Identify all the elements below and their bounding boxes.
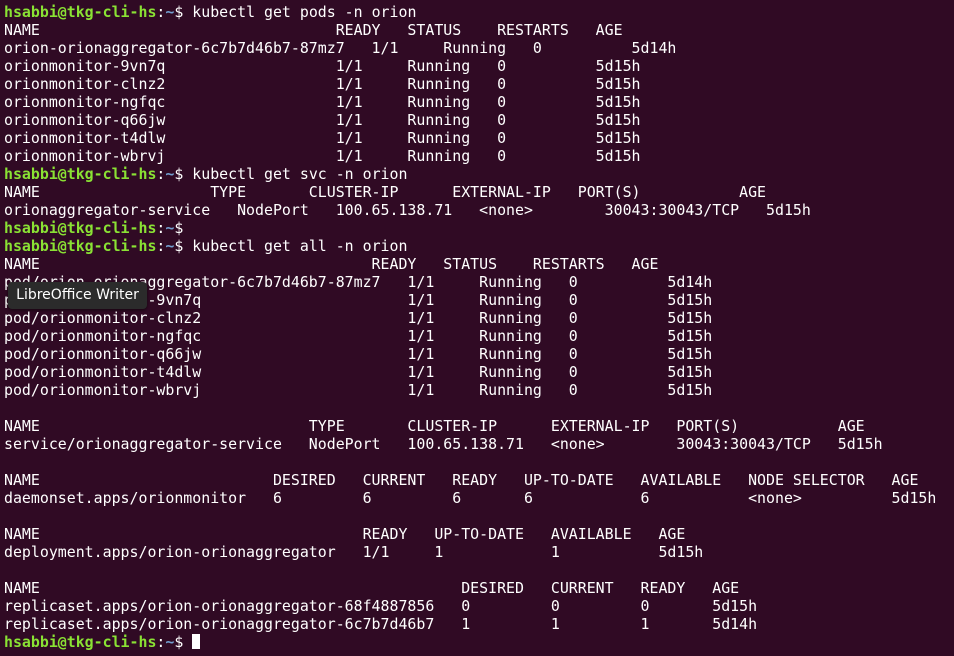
output-line: NAME READY STATUS RESTARTS AGE <box>4 21 623 39</box>
output-line: NAME TYPE CLUSTER-IP EXTERNAL-IP PORT(S)… <box>4 417 865 435</box>
prompt-line: hsabbi@tkg-cli-hs:~$ <box>4 633 954 651</box>
output-line: NAME READY STATUS RESTARTS AGE <box>4 255 659 273</box>
prompt-user: hsabbi@tkg-cli-hs <box>4 237 157 255</box>
output-line: daemonset.apps/orionmonitor 6 6 6 6 6 <n… <box>4 489 937 507</box>
prompt-path: ~ <box>165 3 175 21</box>
output-line: pod/orionmonitor-wbrvj 1/1 Running 0 5d1… <box>4 381 713 399</box>
output-line: pod/orionmonitor-t4dlw 1/1 Running 0 5d1… <box>4 363 713 381</box>
prompt-line: hsabbi@tkg-cli-hs:~$ <box>4 219 954 237</box>
output-line: orionmonitor-clnz2 1/1 Running 0 5d15h <box>4 75 641 93</box>
output-line: replicaset.apps/orion-orionaggregator-68… <box>4 597 758 615</box>
output-line: orionmonitor-wbrvj 1/1 Running 0 5d15h <box>4 147 641 165</box>
prompt-user: hsabbi@tkg-cli-hs <box>4 219 157 237</box>
output-line: orionaggregator-service NodePort 100.65.… <box>4 201 811 219</box>
prompt-line: hsabbi@tkg-cli-hs:~$ kubectl get pods -n… <box>4 3 954 21</box>
output-line: orion-orionaggregator-6c7b7d46b7-87mz7 1… <box>4 39 677 57</box>
output-line: orionmonitor-q66jw 1/1 Running 0 5d15h <box>4 111 641 129</box>
output-line: pod/orionmonitor-q66jw 1/1 Running 0 5d1… <box>4 345 713 363</box>
command-text: kubectl get svc -n orion <box>192 165 408 183</box>
terminal-output[interactable]: hsabbi@tkg-cli-hs:~$ kubectl get pods -n… <box>4 3 954 651</box>
prompt-path: ~ <box>165 237 175 255</box>
prompt-user: hsabbi@tkg-cli-hs <box>4 633 157 651</box>
output-line: orionmonitor-t4dlw 1/1 Running 0 5d15h <box>4 129 641 147</box>
output-line: pod/orionmonitor-ngfqc 1/1 Running 0 5d1… <box>4 327 713 345</box>
prompt-symbol: $ <box>174 633 193 651</box>
output-line: NAME READY UP-TO-DATE AVAILABLE AGE <box>4 525 686 543</box>
output-line: deployment.apps/orion-orionaggregator 1/… <box>4 543 704 561</box>
command-text: kubectl get all -n orion <box>192 237 408 255</box>
prompt-path: ~ <box>165 219 175 237</box>
output-line: orionmonitor-9vn7q 1/1 Running 0 5d15h <box>4 57 641 75</box>
prompt-line: hsabbi@tkg-cli-hs:~$ kubectl get all -n … <box>4 237 954 255</box>
output-line: NAME DESIRED CURRENT READY AGE <box>4 579 740 597</box>
text-cursor <box>192 634 201 649</box>
prompt-line: hsabbi@tkg-cli-hs:~$ kubectl get svc -n … <box>4 165 954 183</box>
output-line: pod/orionmonitor-clnz2 1/1 Running 0 5d1… <box>4 309 713 327</box>
prompt-path: ~ <box>165 165 175 183</box>
prompt-user: hsabbi@tkg-cli-hs <box>4 3 157 21</box>
prompt-path: ~ <box>165 633 175 651</box>
output-line: replicaset.apps/orion-orionaggregator-6c… <box>4 615 758 633</box>
prompt-symbol: $ <box>174 219 193 237</box>
prompt-user: hsabbi@tkg-cli-hs <box>4 165 157 183</box>
command-text: kubectl get pods -n orion <box>192 3 417 21</box>
prompt-symbol: $ <box>174 3 193 21</box>
prompt-symbol: $ <box>174 165 193 183</box>
output-line: NAME TYPE CLUSTER-IP EXTERNAL-IP PORT(S)… <box>4 183 767 201</box>
app-tooltip: LibreOffice Writer <box>8 282 147 309</box>
prompt-symbol: $ <box>174 237 193 255</box>
output-line: service/orionaggregator-service NodePort… <box>4 435 883 453</box>
output-line: orionmonitor-ngfqc 1/1 Running 0 5d15h <box>4 93 641 111</box>
output-line: NAME DESIRED CURRENT READY UP-TO-DATE AV… <box>4 471 919 489</box>
